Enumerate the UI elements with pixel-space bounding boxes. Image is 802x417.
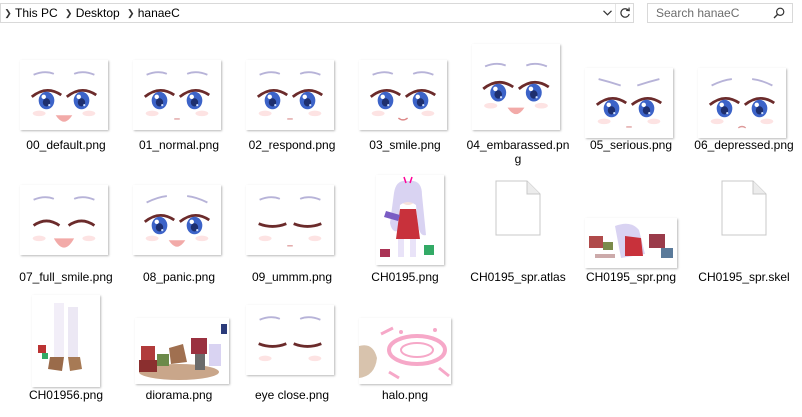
file-thumbnail[interactable]	[698, 68, 786, 138]
file-thumbnail[interactable]	[246, 185, 334, 255]
file-name[interactable]: 09_ummm.png	[238, 270, 346, 284]
file-thumbnail[interactable]	[359, 318, 451, 384]
document-icon	[495, 180, 541, 239]
file-thumbnail[interactable]	[246, 305, 334, 375]
file-name[interactable]: 04_embarassed.png	[464, 138, 572, 166]
file-thumbnail[interactable]	[585, 68, 673, 138]
breadcrumb-desktop[interactable]: Desktop	[76, 6, 120, 20]
file-name[interactable]: eye close.png	[238, 388, 346, 402]
address-bar[interactable]: ❯ This PC ❯ Desktop ❯ hanaeC	[0, 3, 634, 23]
file-name[interactable]: halo.png	[351, 388, 459, 402]
file-thumbnail[interactable]	[135, 318, 229, 384]
file-thumbnail[interactable]	[133, 60, 221, 130]
search-input[interactable]	[654, 4, 776, 22]
file-name[interactable]: CH0195_spr.png	[577, 270, 685, 284]
file-name[interactable]: CH01956.png	[12, 388, 120, 402]
file-name[interactable]: 06_depressed.png	[690, 138, 798, 152]
file-name[interactable]: CH0195_spr.atlas	[464, 270, 572, 284]
file-thumbnail[interactable]	[246, 60, 334, 130]
file-thumbnail[interactable]	[133, 185, 221, 255]
file-thumbnail[interactable]	[20, 60, 108, 130]
file-thumbnail[interactable]	[20, 185, 108, 255]
breadcrumb-hanaec[interactable]: hanaeC	[138, 6, 180, 20]
file-thumbnail[interactable]	[32, 295, 100, 387]
chevron-right-icon[interactable]: ❯	[62, 8, 76, 19]
file-thumbnail[interactable]	[359, 60, 447, 130]
chevron-down-icon[interactable]	[599, 4, 615, 22]
file-name[interactable]: diorama.png	[125, 388, 233, 402]
file-name[interactable]: 05_serious.png	[577, 138, 685, 152]
chevron-right-icon[interactable]: ❯	[124, 8, 138, 19]
file-name[interactable]: CH0195_spr.skel	[690, 270, 798, 284]
file-thumbnail[interactable]	[376, 175, 444, 265]
file-name[interactable]: CH0195.png	[351, 270, 459, 284]
chevron-right-icon[interactable]: ❯	[1, 8, 15, 19]
navigation-bar: ❯ This PC ❯ Desktop ❯ hanaeC	[0, 0, 802, 28]
file-name[interactable]: 03_smile.png	[351, 138, 459, 152]
search-box[interactable]	[647, 3, 793, 23]
breadcrumb-this-pc[interactable]: This PC	[15, 6, 58, 20]
file-name[interactable]: 00_default.png	[12, 138, 120, 152]
file-name[interactable]: 02_respond.png	[238, 138, 346, 152]
file-name[interactable]: 07_full_smile.png	[12, 270, 120, 284]
file-name[interactable]: 01_normal.png	[125, 138, 233, 152]
refresh-icon[interactable]	[615, 4, 633, 22]
file-name[interactable]: 08_panic.png	[125, 270, 233, 284]
file-thumbnail[interactable]	[472, 44, 560, 130]
file-thumbnail[interactable]	[585, 218, 677, 268]
search-icon[interactable]	[773, 7, 785, 22]
document-icon	[721, 180, 767, 239]
